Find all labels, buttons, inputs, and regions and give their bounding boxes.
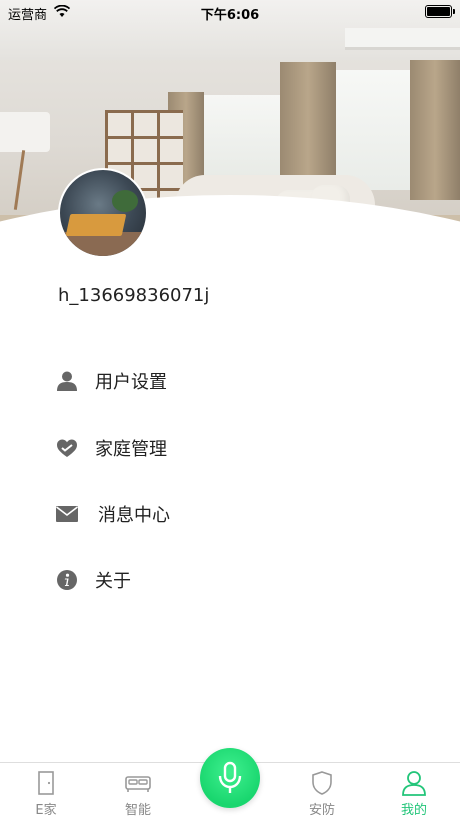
person-icon	[402, 771, 426, 796]
battery-icon	[425, 5, 455, 18]
menu-item-label: 消息中心	[98, 505, 170, 526]
tab-security[interactable]: 安防	[276, 765, 368, 818]
username: h_13669836071j	[58, 285, 210, 306]
tab-smart[interactable]: 智能	[92, 765, 184, 818]
tab-label: 我的	[400, 803, 427, 818]
tab-label: 安防	[308, 803, 335, 818]
voice-button[interactable]	[200, 748, 260, 808]
bed-icon	[125, 776, 151, 792]
menu-item-label: 用户设置	[95, 372, 167, 393]
clock: 下午6:06	[200, 8, 260, 23]
menu-item-label: 家庭管理	[95, 439, 167, 460]
shield-icon	[312, 771, 332, 795]
tab-label: E家	[35, 803, 57, 818]
menu-item-label: 关于	[95, 571, 131, 592]
menu-item-about[interactable]: 关于	[56, 565, 131, 595]
door-icon	[38, 771, 54, 795]
tab-e-home[interactable]: E家	[0, 765, 92, 818]
menu-item-family-management[interactable]: 家庭管理	[56, 433, 167, 463]
info-icon	[56, 569, 78, 591]
avatar[interactable]	[58, 168, 148, 258]
tab-mine[interactable]: 我的	[368, 765, 460, 818]
envelope-icon	[56, 503, 78, 525]
microphone-icon	[218, 761, 242, 793]
tab-label: 智能	[124, 803, 151, 818]
user-icon	[56, 370, 78, 392]
status-bar: 运营商 下午6:06	[0, 0, 460, 24]
heart-hands-icon	[56, 437, 78, 459]
menu-item-user-settings[interactable]: 用户设置	[56, 366, 167, 396]
menu-item-message-center[interactable]: 消息中心	[56, 499, 170, 529]
